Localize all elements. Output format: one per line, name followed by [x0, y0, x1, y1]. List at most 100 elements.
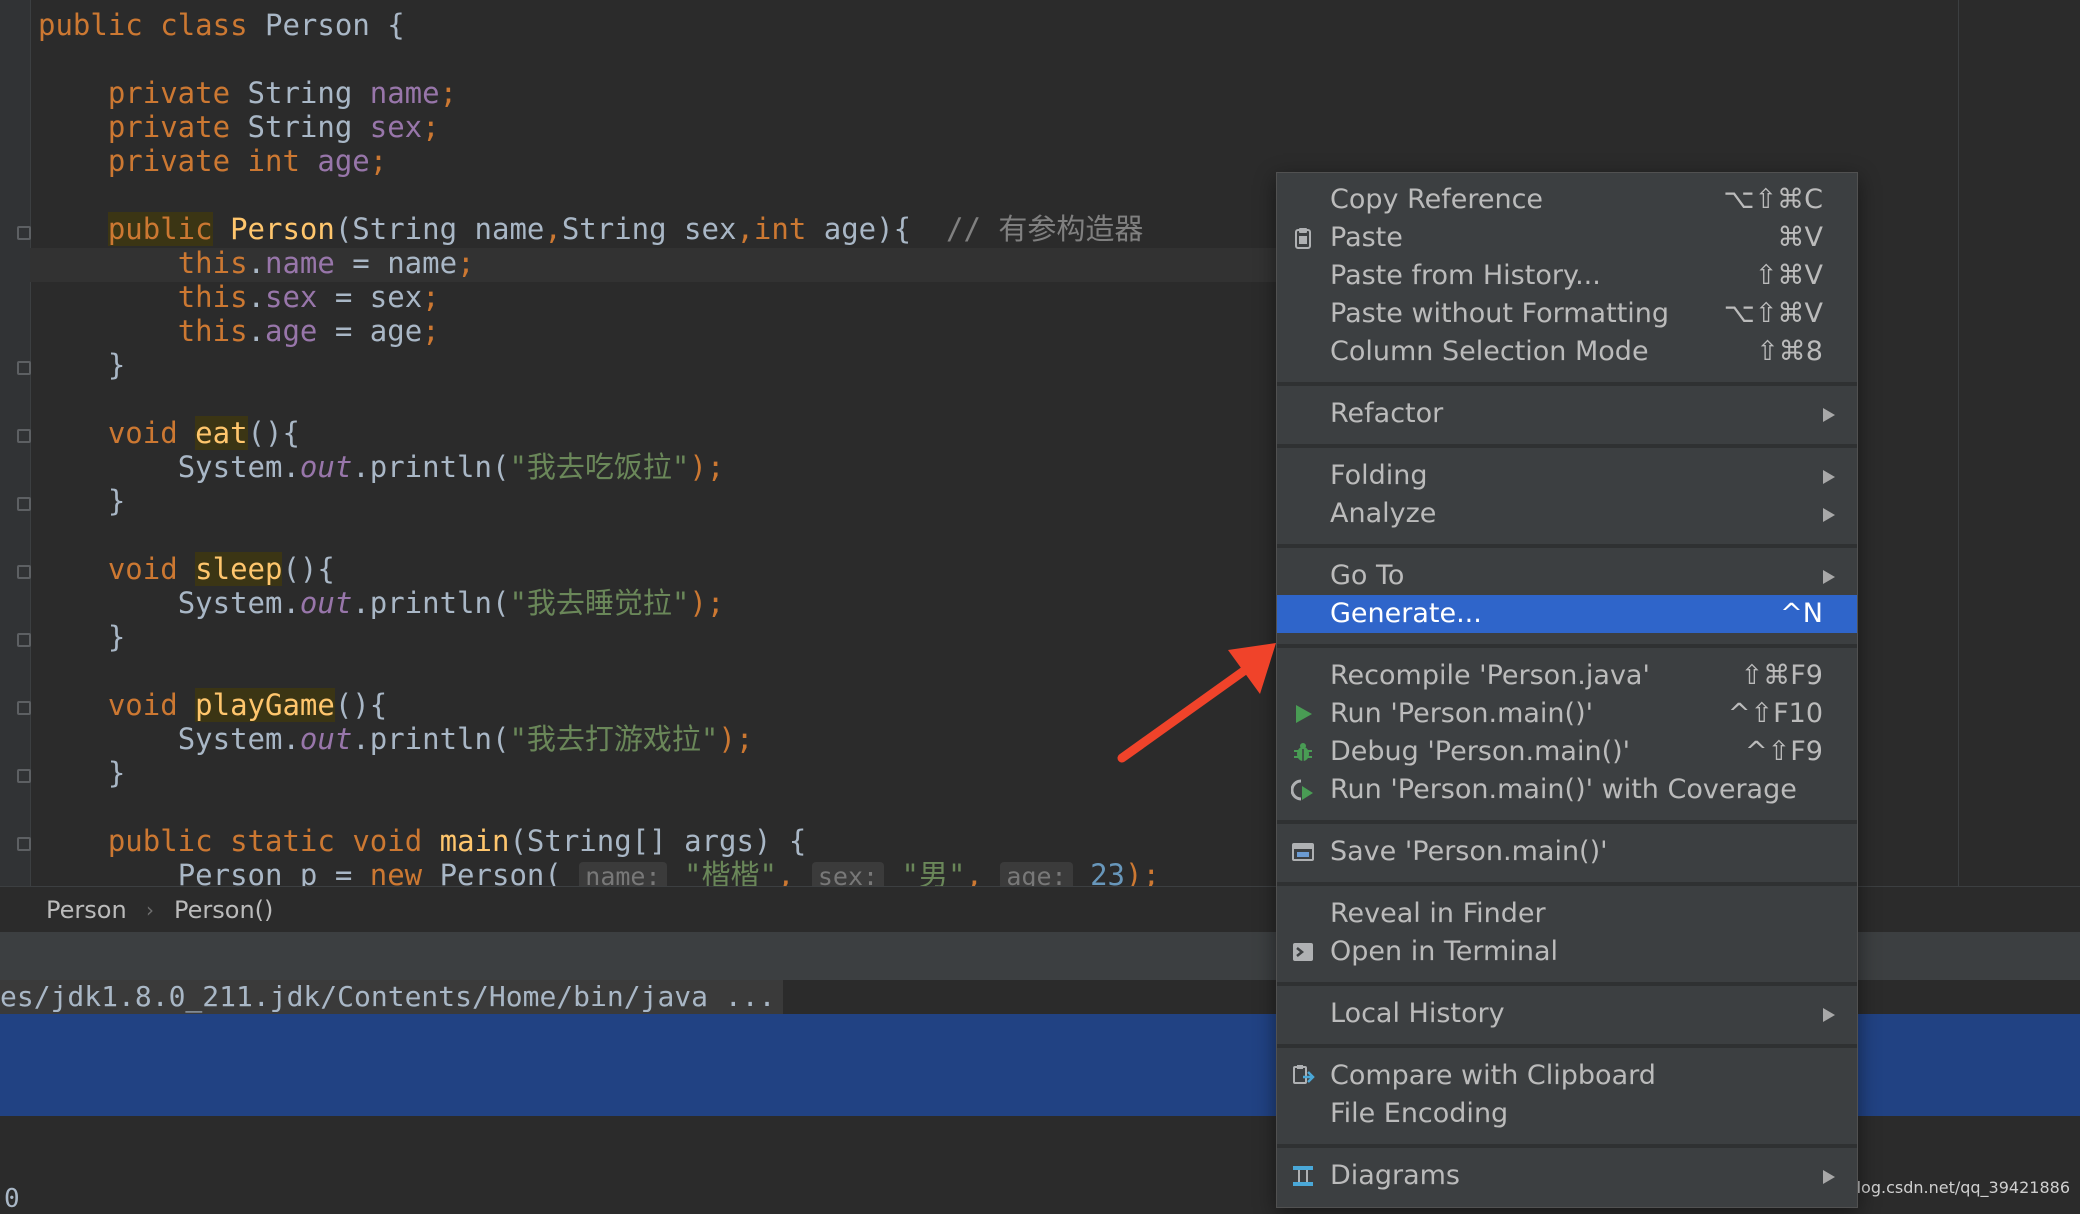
code-line-field-sex: private String sex; — [38, 110, 440, 144]
menu-item-run-with-coverage[interactable]: Run 'Person.main()' with Coverage — [1277, 771, 1857, 809]
menu-item-label: Paste without Formatting — [1330, 298, 1670, 329]
string-literal: "我去打游戏拉" — [509, 722, 719, 756]
menu-separator — [1277, 982, 1857, 986]
menu-item-save-configuration[interactable]: Save 'Person.main()' — [1277, 833, 1857, 871]
menu-item-label: Generate... — [1330, 598, 1482, 629]
dot: . — [247, 314, 265, 348]
keyword: int — [753, 212, 807, 246]
brace: { — [387, 8, 405, 42]
code-line-assign-sex: this.sex = sex; — [38, 280, 440, 314]
menu-item-label: Open in Terminal — [1330, 936, 1558, 967]
brace: } — [107, 756, 126, 790]
menu-item-refactor[interactable]: Refactor — [1277, 395, 1857, 433]
editor-context-menu: Copy Reference ⌥⇧⌘C Paste ⌘V Paste from … — [1276, 172, 1858, 1208]
menu-item-open-in-terminal[interactable]: Open in Terminal — [1277, 933, 1857, 971]
menu-item-analyze[interactable]: Analyze — [1277, 495, 1857, 533]
menu-item-file-encoding[interactable]: File Encoding — [1277, 1095, 1857, 1133]
menu-item-copy-reference[interactable]: Copy Reference ⌥⇧⌘C — [1277, 181, 1857, 219]
submenu-arrow-icon — [1823, 1170, 1835, 1184]
fold-end-constructor[interactable] — [17, 361, 31, 375]
menu-item-label: Paste from History... — [1330, 260, 1601, 291]
menu-separator — [1277, 1044, 1857, 1048]
string-literal: "我去睡觉拉" — [509, 586, 690, 620]
keyword: public — [38, 8, 143, 42]
code-line-playgame-body: System.out.println("我去打游戏拉"); — [38, 722, 754, 756]
field-name: sex — [369, 110, 423, 144]
menu-item-reveal-in-finder[interactable]: Reveal in Finder — [1277, 895, 1857, 933]
brace: } — [107, 484, 126, 518]
breadcrumb-item-class[interactable]: Person — [46, 887, 127, 933]
breadcrumb-separator: › — [146, 898, 154, 922]
fold-toggle-eat[interactable] — [17, 429, 31, 443]
keyword: public — [107, 824, 213, 858]
menu-item-label: Recompile 'Person.java' — [1330, 660, 1650, 691]
params: (String name — [334, 212, 545, 246]
code-line-sleep-body: System.out.println("我去睡觉拉"); — [38, 586, 725, 620]
menu-item-recompile[interactable]: Recompile 'Person.java' ⇧⌘F9 — [1277, 657, 1857, 695]
menu-item-run-main[interactable]: Run 'Person.main()' ^⇧F10 — [1277, 695, 1857, 733]
method-name: playGame — [195, 688, 335, 722]
clipboard-icon — [1295, 228, 1311, 249]
menu-item-paste[interactable]: Paste ⌘V — [1277, 219, 1857, 257]
code-comment: // 有参构造器 — [945, 212, 1144, 246]
keyword: public — [107, 212, 213, 246]
menu-item-column-selection-mode[interactable]: Column Selection Mode ⇧⌘8 — [1277, 333, 1857, 371]
fold-toggle-constructor[interactable] — [17, 226, 31, 240]
menu-item-label: Debug 'Person.main()' — [1330, 736, 1631, 767]
field-name: name — [369, 76, 440, 110]
params: (){ — [334, 688, 388, 722]
semicolon: ; — [457, 246, 475, 280]
code-line-sleep: void sleep(){ — [38, 552, 335, 586]
expression: = age — [317, 314, 423, 348]
debug-icon — [1294, 743, 1312, 761]
run-icon — [1296, 705, 1312, 723]
code-line-playgame: void playGame(){ — [38, 688, 387, 722]
keyword: void — [107, 688, 178, 722]
class-ref: System. — [177, 722, 300, 756]
menu-item-label: Column Selection Mode — [1330, 336, 1649, 367]
type: String — [247, 76, 353, 110]
fold-toggle-playgame[interactable] — [17, 701, 31, 715]
fold-end-sleep[interactable] — [17, 633, 31, 647]
type: int — [247, 144, 300, 178]
diagram-icon — [1293, 1166, 1313, 1186]
fold-end-playgame[interactable] — [17, 769, 31, 783]
menu-item-diagrams[interactable]: Diagrams — [1277, 1157, 1857, 1195]
brace: } — [107, 348, 126, 382]
method-call: .println( — [352, 722, 510, 756]
method-name: main — [439, 824, 510, 858]
keyword: class — [160, 8, 248, 42]
menu-item-compare-with-clipboard[interactable]: Compare with Clipboard — [1277, 1057, 1857, 1095]
menu-item-local-history[interactable]: Local History — [1277, 995, 1857, 1033]
menu-item-shortcut: ^⇧F10 — [1727, 698, 1823, 729]
menu-item-label: File Encoding — [1330, 1098, 1509, 1129]
keyword: void — [107, 416, 178, 450]
menu-item-go-to[interactable]: Go To — [1277, 557, 1857, 595]
method-call: .println( — [352, 450, 510, 484]
semicolon: ; — [439, 76, 458, 110]
params: String sex — [561, 212, 737, 246]
keyword: this — [177, 314, 248, 348]
code-line-assign-age: this.age = age; — [38, 314, 440, 348]
semicolon: ; — [422, 110, 440, 144]
terminator: ); — [689, 450, 725, 484]
code-line-assign-name: this.name = name; — [38, 246, 475, 280]
submenu-arrow-icon — [1823, 508, 1835, 522]
menu-item-shortcut: ⌥⇧⌘C — [1723, 184, 1823, 215]
menu-separator — [1277, 444, 1857, 448]
fold-toggle-sleep[interactable] — [17, 565, 31, 579]
submenu-arrow-icon — [1823, 470, 1835, 484]
fold-toggle-main[interactable] — [17, 837, 31, 851]
fold-end-eat[interactable] — [17, 497, 31, 511]
static-field: out — [299, 586, 353, 620]
menu-item-folding[interactable]: Folding — [1277, 457, 1857, 495]
menu-separator — [1277, 382, 1857, 386]
menu-item-debug-main[interactable]: Debug 'Person.main()' ^⇧F9 — [1277, 733, 1857, 771]
code-line-close-brace: } — [38, 348, 125, 382]
menu-item-paste-from-history[interactable]: Paste from History... ⇧⌘V — [1277, 257, 1857, 295]
params: age){ — [806, 212, 946, 246]
menu-item-generate[interactable]: Generate... ^N — [1277, 595, 1857, 633]
breadcrumb-item-constructor[interactable]: Person() — [174, 887, 273, 933]
menu-item-paste-without-formatting[interactable]: Paste without Formatting ⌥⇧⌘V — [1277, 295, 1857, 333]
menu-item-label: Folding — [1330, 460, 1428, 491]
